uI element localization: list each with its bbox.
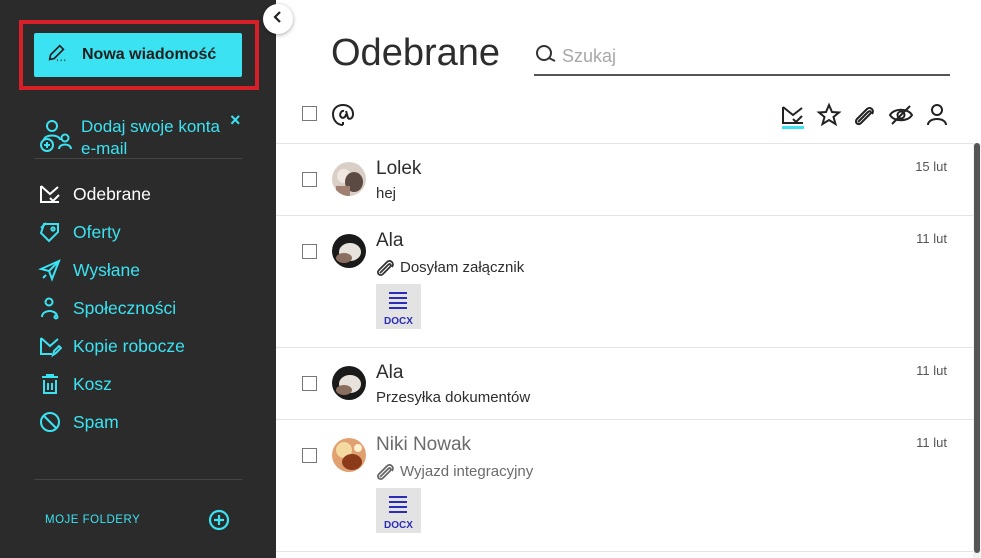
sidebar-divider: [34, 479, 242, 480]
message-sender: Lolek: [376, 158, 422, 179]
avatar: [332, 438, 366, 472]
folder-nav: Odebrane Oferty Wysłane Społeczności Kop…: [36, 175, 246, 441]
subject-text: Przesyłka dokumentów: [376, 389, 531, 406]
sidebar-item-odebrane[interactable]: Odebrane: [36, 175, 246, 213]
add-folder-icon[interactable]: [208, 509, 230, 531]
message-row[interactable]: Niki Nowak Wyjazd integracyjny 11 lut DO…: [276, 420, 973, 552]
message-checkbox[interactable]: [302, 448, 317, 463]
message-list: Lolek hej 15 lut Ala Dosyłam załącznik 1…: [276, 143, 973, 558]
message-row[interactable]: Ala Przesyłka dokumentów 11 lut: [276, 348, 973, 420]
unread-filter-icon[interactable]: [888, 102, 914, 128]
mention-icon[interactable]: [330, 102, 356, 128]
collapse-sidebar-button[interactable]: [263, 4, 293, 34]
docx-attachment[interactable]: DOCX: [376, 284, 421, 329]
close-icon[interactable]: ×: [230, 110, 241, 131]
message-subject: Dosyłam załącznik: [376, 257, 524, 277]
paperclip-icon: [376, 257, 398, 277]
search-bar: [534, 38, 950, 76]
inbox-filter-icon[interactable]: [780, 102, 806, 128]
active-filter-indicator: [782, 126, 804, 129]
avatar: [332, 234, 366, 268]
message-sender: Niki Nowak: [376, 434, 472, 455]
document-icon: [389, 496, 407, 516]
add-accounts-icon: [38, 118, 74, 154]
star-icon[interactable]: [816, 102, 842, 128]
select-all-checkbox[interactable]: [302, 106, 317, 121]
message-subject: hej: [376, 185, 396, 202]
compose-button[interactable]: Nowa wiadomość: [34, 33, 242, 77]
sidebar-item-wyslane[interactable]: Wysłane: [36, 251, 246, 289]
message-checkbox[interactable]: [302, 172, 317, 187]
sidebar-item-oferty[interactable]: Oferty: [36, 213, 246, 251]
trash-icon: [36, 370, 64, 398]
my-folders-heading: MOJE FOLDERY: [45, 514, 141, 526]
sidebar-item-label: Wysłane: [73, 259, 140, 280]
sidebar-divider: [34, 158, 242, 159]
sidebar-item-kopie-robocze[interactable]: Kopie robocze: [36, 327, 246, 365]
attachment-filter-icon[interactable]: [852, 102, 878, 128]
chevron-left-icon: [271, 10, 285, 29]
page-title: Odebrane: [331, 32, 501, 74]
subject-text: hej: [376, 185, 397, 202]
subject-text: Dosyłam załącznik: [400, 258, 525, 276]
message-subject: Wyjazd integracyjny: [376, 461, 533, 481]
contacts-filter-icon[interactable]: [924, 102, 950, 128]
add-accounts-promo[interactable]: Dodaj swoje konta e-mail ×: [36, 110, 246, 158]
message-subject: Przesyłka dokumentów: [376, 389, 530, 406]
spam-icon: [36, 408, 64, 436]
drafts-icon: [36, 332, 64, 360]
message-list-scrollbar[interactable]: [973, 143, 981, 558]
sidebar-item-label: Oferty: [73, 221, 121, 242]
sidebar-item-spolecznosci[interactable]: Społeczności: [36, 289, 246, 327]
sidebar-item-kosz[interactable]: Kosz: [36, 365, 246, 403]
sidebar: Nowa wiadomość Dodaj swoje konta e-mail …: [0, 0, 276, 558]
message-sender: Ala: [376, 362, 404, 383]
message-date: 11 lut: [916, 363, 947, 378]
document-icon: [389, 292, 407, 312]
message-sender: Ala: [376, 230, 404, 251]
add-accounts-text: Dodaj swoje konta e-mail: [81, 117, 220, 158]
search-icon: [534, 43, 558, 67]
social-icon: [36, 294, 64, 322]
message-checkbox[interactable]: [302, 244, 317, 259]
compose-button-label: Nowa wiadomość: [82, 46, 217, 63]
search-input[interactable]: [562, 42, 942, 70]
attachment-type: DOCX: [384, 520, 413, 531]
sidebar-item-label: Spam: [73, 411, 119, 432]
sidebar-item-label: Społeczności: [73, 297, 177, 318]
scrollbar-thumb[interactable]: [974, 143, 980, 553]
attachment-type: DOCX: [384, 316, 413, 327]
message-date: 11 lut: [916, 435, 947, 450]
list-toolbar: [276, 96, 981, 142]
inbox-icon: [36, 180, 64, 208]
message-row[interactable]: Lolek hej 15 lut: [276, 144, 973, 216]
main-panel: Odebrane Szukaj Lolek hej 15 lut Ala Dos…: [276, 0, 981, 558]
sidebar-item-label: Odebrane: [73, 183, 151, 204]
message-date: 11 lut: [916, 231, 947, 246]
message-row[interactable]: Ala Dosyłam załącznik 11 lut DOCX: [276, 216, 973, 348]
sidebar-item-label: Kosz: [73, 373, 112, 394]
paperclip-icon: [376, 461, 398, 481]
sent-plane-icon: [36, 256, 64, 284]
docx-attachment[interactable]: DOCX: [376, 488, 421, 533]
avatar: [332, 366, 366, 400]
pencil-icon: [46, 42, 68, 69]
avatar: [332, 162, 366, 196]
subject-text: Wyjazd integracyjny: [400, 462, 534, 480]
message-date: 15 lut: [915, 159, 947, 174]
sidebar-item-label: Kopie robocze: [73, 335, 185, 356]
sidebar-item-spam[interactable]: Spam: [36, 403, 246, 441]
message-checkbox[interactable]: [302, 376, 317, 391]
offers-tag-icon: [36, 218, 64, 246]
